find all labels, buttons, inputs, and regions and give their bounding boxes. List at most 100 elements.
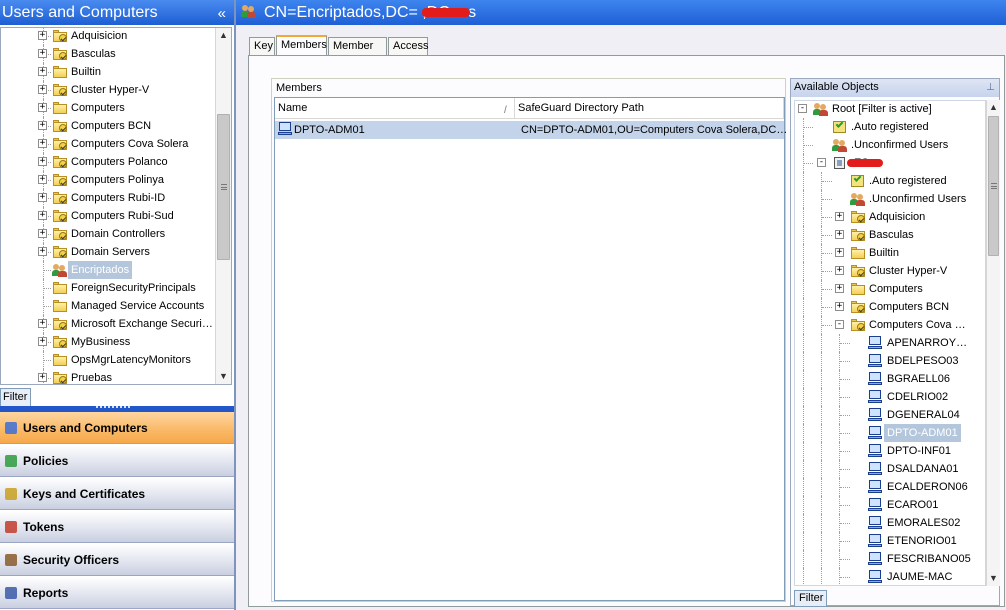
tab-member-of[interactable]: Member of [328,37,387,68]
scroll-down-button[interactable]: ▼ [987,571,1000,586]
tree-item[interactable]: .Auto registered [795,118,970,136]
tab-key[interactable]: Key [249,37,275,55]
scroll-down-button[interactable]: ▼ [216,369,231,384]
tree-item[interactable]: + Computers Rubi-Sud [1,207,215,225]
left-filter-tab[interactable]: Filter [0,388,31,406]
tree-item[interactable]: + Basculas [1,45,215,63]
nav-reports-button[interactable]: Reports [0,577,234,609]
expand-node-icon[interactable]: + [38,193,47,202]
tree-item[interactable]: JAUME-MAC [795,568,970,585]
expand-node-icon[interactable]: + [835,284,844,293]
tree-item[interactable]: .Unconfirmed Users [795,190,970,208]
expand-node-icon[interactable]: + [38,139,47,148]
tree-item[interactable]: .Unconfirmed Users [795,136,970,154]
expand-node-icon[interactable]: + [38,319,47,328]
tree-item[interactable]: + Adquisicion [795,208,970,226]
expand-node-icon[interactable]: + [835,248,844,257]
expand-node-icon[interactable]: + [38,247,47,256]
tree-item[interactable]: + Computers Rubi-ID [1,189,215,207]
tree-item[interactable]: + Builtin [795,244,970,262]
expand-node-icon[interactable]: + [38,211,47,220]
expand-node-icon[interactable]: + [835,212,844,221]
nav-security-officers-button[interactable]: Security Officers [0,544,234,576]
expand-node-icon[interactable]: + [38,229,47,238]
tree-item[interactable]: DPTO-ADM01 [795,424,970,442]
expand-node-icon[interactable]: + [38,67,47,76]
tree-item[interactable]: DGENERAL04 [795,406,970,424]
tree-item[interactable]: ECALDERON06 [795,478,970,496]
available-tree-scrollbar[interactable]: ▲ ▼ [986,100,1000,586]
tree-item[interactable]: - Computers Cova … [795,316,970,334]
scroll-thumb[interactable] [217,114,230,260]
tree-item[interactable]: + Computers Cova Solera [1,135,215,153]
column-header-path[interactable]: SafeGuard Directory Path [515,98,784,119]
collapse-node-icon[interactable]: - [798,104,807,113]
tree-item[interactable]: Encriptados [1,261,215,279]
members-list[interactable]: Name / SafeGuard Directory Path DPTO-ADM… [274,97,787,601]
tree-item[interactable]: BDELPESO03 [795,352,970,370]
column-header-name[interactable]: Name / [275,98,515,119]
tree-item[interactable]: + Computers BCN [1,117,215,135]
scroll-thumb[interactable] [988,116,999,256]
expand-node-icon[interactable]: + [38,175,47,184]
nav-keys-button[interactable]: Keys and Certificates [0,478,234,510]
pin-icon[interactable]: ⊥ [986,79,995,96]
tree-item[interactable]: .Auto registered [795,172,970,190]
tab-members[interactable]: Members [276,35,327,56]
tree-item[interactable]: + MyBusiness [1,333,215,351]
tree-item[interactable]: Managed Service Accounts [1,297,215,315]
expand-node-icon[interactable]: + [38,85,47,94]
tree-item[interactable]: APENARROY… [795,334,970,352]
expand-node-icon[interactable]: + [38,103,47,112]
expand-node-icon[interactable]: + [835,230,844,239]
expand-node-icon[interactable]: + [38,121,47,130]
tree-item[interactable]: + Computers [1,99,215,117]
expand-node-icon[interactable]: + [835,302,844,311]
expand-node-icon[interactable]: + [38,337,47,346]
tab-access[interactable]: Access [388,37,428,55]
tree-item[interactable]: OpsMgrLatencyMonitors [1,351,215,369]
tree-item[interactable]: + Basculas [795,226,970,244]
tree-item[interactable]: EMORALES02 [795,514,970,532]
tree-item[interactable]: DSALDANA01 [795,460,970,478]
nav-policies-button[interactable]: Policies [0,445,234,477]
left-tree[interactable]: + Adquisicion + Basculas + Builtin + Cluster Hy… [0,27,232,385]
tree-item[interactable]: + Computers Polinya [1,171,215,189]
collapse-node-icon[interactable]: - [817,158,826,167]
table-row[interactable]: DPTO-ADM01 CN=DPTO-ADM01,OU=Computers Co… [275,121,787,139]
tree-item[interactable]: + Microsoft Exchange Securi… [1,315,215,333]
tree-item[interactable]: + Adquisicion [1,28,215,45]
nav-users-computers-button[interactable]: Users and Computers [0,412,234,444]
tree-item[interactable]: + Builtin [1,63,215,81]
expand-node-icon[interactable]: + [835,266,844,275]
collapse-panel-button[interactable]: « [218,1,226,26]
tree-item[interactable]: + Computers Polanco [1,153,215,171]
tree-item[interactable]: + Computers BCN [795,298,970,316]
tree-item[interactable]: + Domain Servers [1,243,215,261]
collapse-node-icon[interactable]: - [835,320,844,329]
expand-node-icon[interactable]: + [38,373,47,382]
tree-item[interactable]: BGRAELL06 [795,370,970,388]
tree-item[interactable]: + Pruebas [1,369,215,384]
left-tree-scrollbar[interactable]: ▲ ▼ [215,28,231,384]
tree-item[interactable]: + Cluster Hyper-V [795,262,970,280]
expand-node-icon[interactable]: + [38,49,47,58]
tree-item[interactable]: ETENORIO01 [795,532,970,550]
expand-node-icon[interactable]: + [38,31,47,40]
available-filter-tab[interactable]: Filter [794,590,827,607]
tree-item[interactable]: - Root [Filter is active] [795,101,970,118]
available-objects-tree[interactable]: - Root [Filter is active] .Auto registered… [794,100,986,586]
expand-node-icon[interactable]: + [38,157,47,166]
tree-item[interactable]: ForeignSecurityPrincipals [1,279,215,297]
nav-tokens-button[interactable]: Tokens [0,511,234,543]
tree-item-label: .Unconfirmed Users [851,139,949,151]
tree-item[interactable]: FESCRIBANO05 [795,550,971,568]
scroll-up-button[interactable]: ▲ [216,28,231,43]
tree-item[interactable]: CDELRIO02 [795,388,970,406]
tree-item[interactable]: ECARO01 [795,496,970,514]
tree-item[interactable]: DPTO-INF01 [795,442,970,460]
tree-item[interactable]: + Domain Controllers [1,225,215,243]
tree-item[interactable]: + Computers [795,280,970,298]
scroll-up-button[interactable]: ▲ [987,100,1000,115]
tree-item[interactable]: + Cluster Hyper-V [1,81,215,99]
